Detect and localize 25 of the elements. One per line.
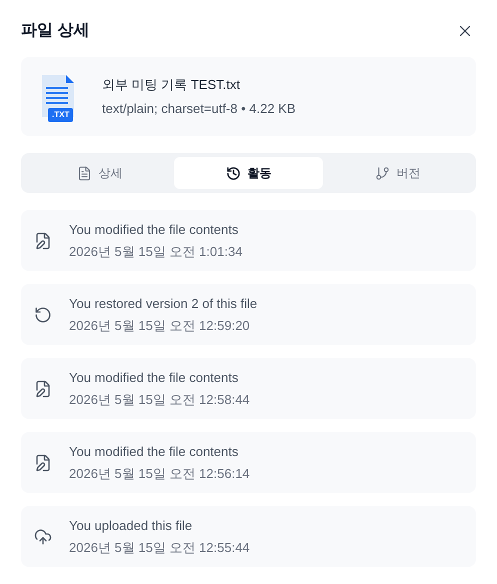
activity-time: 2026년 5월 15일 오전 12:58:44 xyxy=(69,391,250,409)
activity-text: You modified the file contents xyxy=(69,220,240,238)
activity-text: You uploaded this file xyxy=(69,516,194,535)
dialog-title: 파일 상세 xyxy=(21,21,90,41)
branch-icon xyxy=(374,166,390,180)
activity-time: 2026년 5월 15일 오전 1:01:34 xyxy=(69,243,242,261)
activity-time: 2026년 5월 15일 오전 12:59:20 xyxy=(69,317,251,335)
file-pen-icon xyxy=(34,232,52,250)
history-icon xyxy=(226,166,240,180)
document-icon xyxy=(76,166,92,180)
activity-time: 2026년 5월 15일 오전 12:56:14 xyxy=(69,465,250,483)
file-pen-icon xyxy=(34,380,52,398)
undo-arrow-icon xyxy=(34,306,52,324)
activity-text: You restored version 2 of this file xyxy=(69,294,258,312)
activity-text: You modified the file contents xyxy=(69,368,240,386)
tab[interactable]: 활동 xyxy=(174,157,323,189)
file-name: 외부 미팅 기록 TEST.txt xyxy=(102,76,241,94)
file-type-badge: .TXT xyxy=(48,108,74,122)
activity-time: 2026년 5월 15일 오전 12:55:44 xyxy=(69,539,250,557)
tab[interactable]: 상세 xyxy=(25,157,174,189)
cloud-upload-icon xyxy=(34,528,52,546)
file-meta: text/plain; charset=utf-8 • 4.22 KB xyxy=(102,100,296,118)
activity-text: You modified the file contents xyxy=(69,442,240,460)
tab[interactable]: 버전 xyxy=(323,157,472,189)
file-pen-icon xyxy=(34,454,52,472)
